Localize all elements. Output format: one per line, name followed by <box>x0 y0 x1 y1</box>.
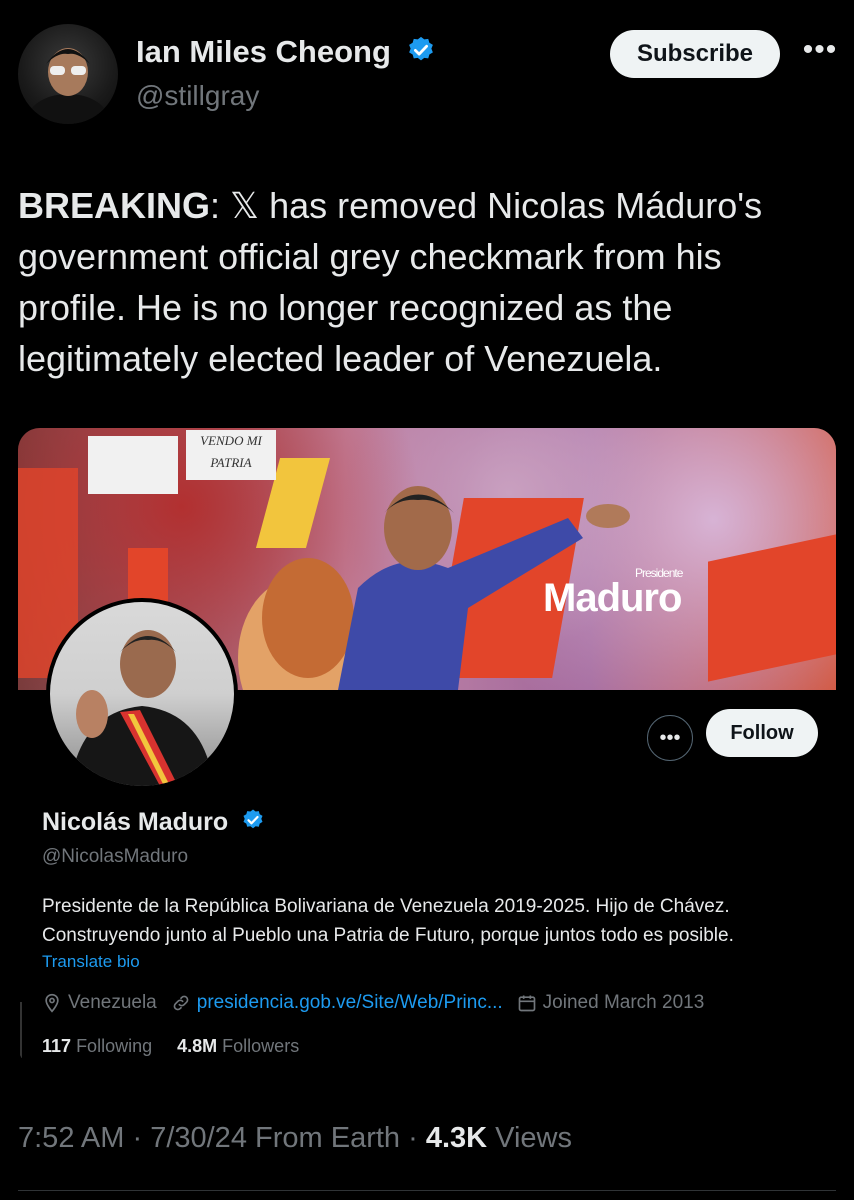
banner-flag <box>708 534 836 682</box>
profile-link-text[interactable]: presidencia.gob.ve/Site/Web/Princ... <box>197 992 503 1014</box>
following-count[interactable]: 117 <box>42 1036 71 1056</box>
profile-link[interactable]: presidencia.gob.ve/Site/Web/Princ... <box>171 992 503 1014</box>
banner-sign <box>88 436 178 494</box>
following-label[interactable]: Following <box>76 1036 152 1056</box>
tweet-lead: BREAKING <box>18 185 211 226</box>
tweet-footer: 7:52 AM · 7/30/24 From Earth · 4.3K View… <box>18 1122 572 1154</box>
link-icon <box>173 995 189 1011</box>
followers-count[interactable]: 4.8M <box>177 1036 217 1056</box>
banner-logo-small: Presidente <box>635 566 683 580</box>
views-count: 4.3K <box>425 1122 488 1154</box>
profile-name-text[interactable]: Nicolás Maduro <box>42 808 228 836</box>
banner-logo-text: Maduro <box>543 576 682 620</box>
verified-badge-icon <box>241 808 265 839</box>
tweet-text: BREAKING: 𝕏 has removed Nicolas Máduro's… <box>18 180 838 384</box>
subscribe-button[interactable]: Subscribe <box>610 30 780 78</box>
views-label: Views <box>495 1122 572 1154</box>
profile-joined-text: Joined March 2013 <box>542 992 705 1013</box>
profile-location: Venezuela <box>42 992 157 1014</box>
footer-divider <box>18 1190 836 1191</box>
banner-figures <box>238 486 630 690</box>
tweet-date[interactable]: 7/30/24 <box>150 1122 247 1154</box>
author-avatar[interactable] <box>18 24 118 124</box>
card-divider <box>20 1002 22 1058</box>
profile-bio: Presidente de la República Bolivariana d… <box>42 896 734 946</box>
profile-card-image[interactable]: VENDO MI PATRIA Presidente Maduro ••• Fol… <box>18 428 836 1068</box>
location-pin-icon <box>45 993 59 1013</box>
following-stat[interactable]: 117 Following <box>42 1036 152 1056</box>
profile-stats: 117 Following 4.8M Followers <box>42 1036 299 1057</box>
followers-stat[interactable]: 4.8M Followers <box>177 1036 299 1056</box>
profile-joined: Joined March 2013 <box>517 992 705 1014</box>
verified-badge-icon <box>406 35 436 73</box>
author-handle[interactable]: @stillgray <box>136 80 259 112</box>
banner-logo: Presidente Maduro <box>543 566 683 621</box>
profile-handle[interactable]: @NicolasMaduro <box>42 846 188 868</box>
calendar-icon <box>518 995 536 1012</box>
more-icon[interactable]: ••• <box>800 35 840 68</box>
tweet-time[interactable]: 7:52 AM <box>18 1122 124 1154</box>
tweet-lead-colon: : <box>210 185 221 226</box>
x-logo-icon: 𝕏 <box>230 185 260 226</box>
follow-button[interactable]: Follow <box>706 709 818 757</box>
profile-name[interactable]: Nicolás Maduro <box>42 808 265 839</box>
translate-bio-link[interactable]: Translate bio <box>42 952 140 972</box>
profile-meta: Venezuela presidencia.gob.ve/Site/Web/Pr… <box>42 992 718 1014</box>
tweet-source: From Earth <box>255 1122 401 1154</box>
followers-label[interactable]: Followers <box>222 1036 299 1056</box>
author-name-text[interactable]: Ian Miles Cheong <box>136 34 391 69</box>
profile-location-text: Venezuela <box>68 992 157 1013</box>
card-more-icon[interactable]: ••• <box>647 715 693 761</box>
author-name[interactable]: Ian Miles Cheong <box>136 34 436 73</box>
profile-photo[interactable] <box>46 598 238 790</box>
